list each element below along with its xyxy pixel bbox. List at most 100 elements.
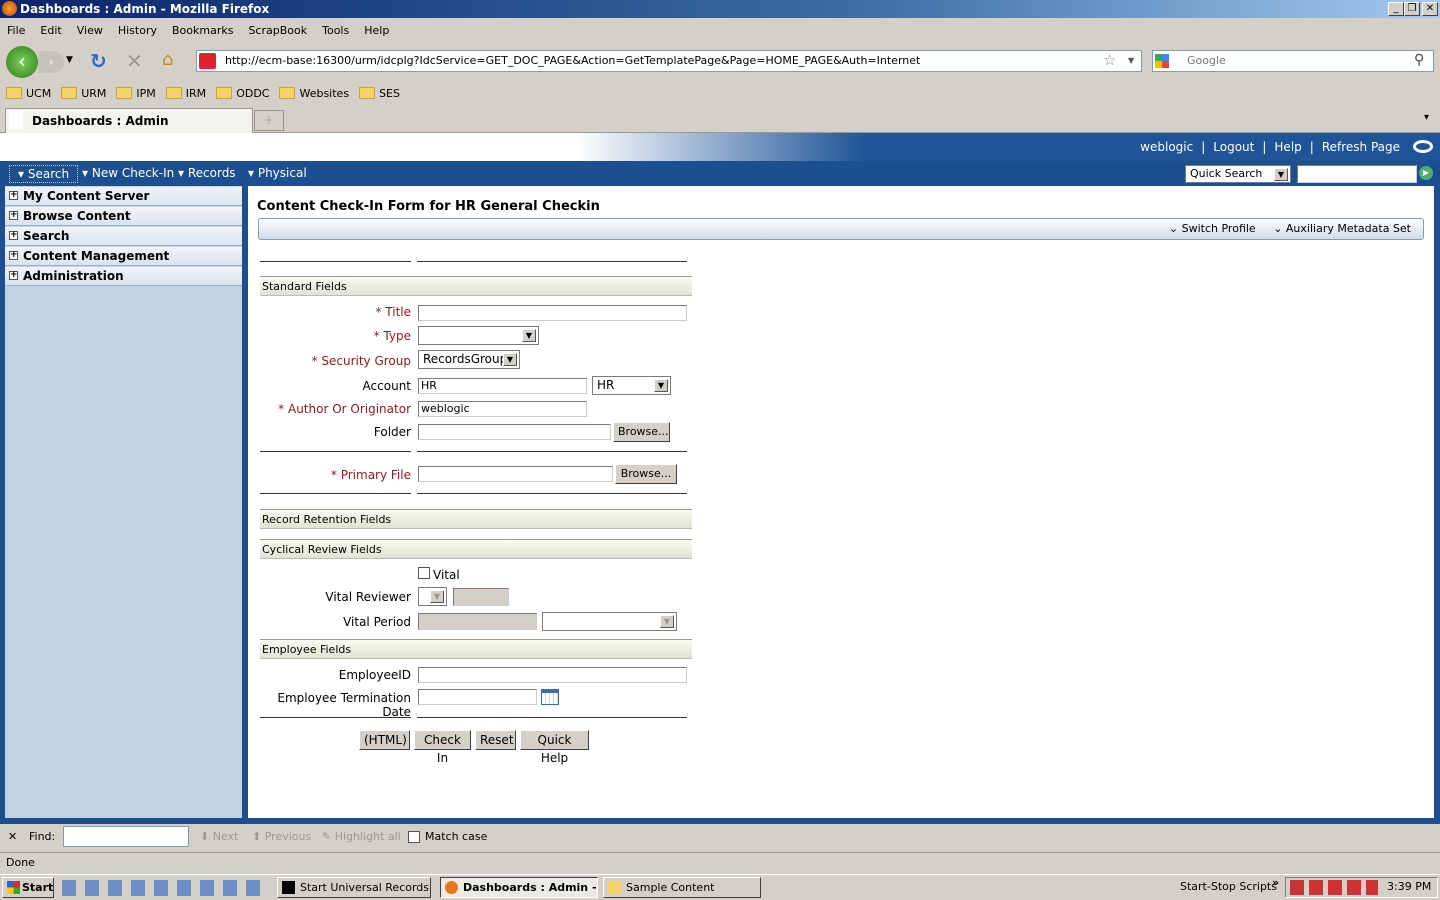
new-tab-button[interactable]: + [254, 110, 284, 131]
nav-physical[interactable]: ▾ Physical [240, 165, 315, 183]
help-link[interactable]: Help [1274, 140, 1301, 154]
find-input[interactable] [63, 826, 189, 847]
html-button[interactable]: (HTML) [359, 730, 410, 750]
bookmark-ucm[interactable]: UCM [6, 84, 51, 104]
account-select[interactable]: HR ▼ [592, 376, 671, 395]
menu-history[interactable]: History [118, 24, 157, 37]
home-button[interactable]: ⌂ [162, 49, 173, 70]
taskbar-task-sample-content[interactable]: Sample Content [603, 877, 761, 898]
vital-reviewer-select[interactable]: ▼ [418, 587, 447, 606]
taskbar-task-firefox[interactable]: Dashboards : Admin - ... [440, 877, 598, 898]
taskbar-task-console[interactable]: Start Universal Records ... [277, 877, 431, 898]
folder-icon [359, 87, 376, 99]
bookmark-ipm[interactable]: IPM [116, 84, 156, 104]
url-dropdown-icon[interactable]: ▼ [1128, 56, 1134, 65]
nav-records[interactable]: ▾ Records [170, 165, 244, 183]
close-find-icon[interactable]: ✕ [8, 824, 17, 850]
sidebar-item-content-management[interactable]: + Content Management [5, 247, 242, 266]
tray-icons[interactable] [1290, 880, 1378, 895]
menu-tools[interactable]: Tools [322, 24, 349, 37]
bookmark-urm[interactable]: URM [61, 84, 106, 104]
type-select[interactable]: ▼ [418, 326, 539, 345]
vital-checkbox[interactable] [418, 567, 430, 579]
bookmark-star-icon[interactable]: ☆ [1103, 51, 1116, 69]
menu-edit[interactable]: Edit [40, 24, 61, 37]
section-standard-fields: Standard Fields [260, 276, 692, 296]
vital-period-select[interactable]: ▼ [542, 612, 677, 631]
primary-file-browse-button[interactable]: Browse... [615, 464, 677, 484]
employee-id-label: EmployeeID [338, 668, 411, 682]
account-input[interactable]: HR [418, 378, 587, 394]
reset-button[interactable]: Reset [475, 730, 516, 750]
logout-link[interactable]: Logout [1213, 140, 1254, 154]
divider [260, 451, 411, 452]
quick-search-input[interactable] [1297, 165, 1417, 183]
quick-launch-icons[interactable] [62, 880, 262, 896]
nav-search[interactable]: ▾ Search [9, 165, 79, 183]
google-icon[interactable] [1155, 54, 1169, 68]
switch-profile-menu[interactable]: ⌄ Switch Profile [1169, 222, 1256, 235]
menu-file[interactable]: File [7, 24, 25, 37]
user-link[interactable]: weblogic [1140, 140, 1193, 154]
folder-icon [216, 87, 233, 99]
author-input[interactable]: weblogic [418, 401, 587, 417]
menu-view[interactable]: View [77, 24, 103, 37]
bookmark-oddc[interactable]: ODDC [216, 84, 269, 104]
quick-help-button[interactable]: Quick Help [520, 730, 589, 765]
forward-button[interactable]: › [38, 51, 64, 73]
find-previous-button[interactable]: ⬆ Previous [252, 824, 311, 850]
close-window-button[interactable]: ✕ [1422, 2, 1438, 16]
folder-icon [279, 87, 296, 99]
find-next-button[interactable]: ⬇ Next [200, 824, 238, 850]
back-button[interactable]: ‹ [6, 46, 38, 78]
tab-list-button[interactable]: ▾ [1424, 112, 1429, 123]
bookmark-websites[interactable]: Websites [279, 84, 349, 104]
bookmark-ses[interactable]: SES [359, 84, 400, 104]
menu-bookmarks[interactable]: Bookmarks [172, 24, 233, 37]
menu-help[interactable]: Help [364, 24, 389, 37]
refresh-page-link[interactable]: Refresh Page [1322, 140, 1400, 154]
sidebar-item-my-content-server[interactable]: + My Content Server [5, 187, 242, 206]
termination-date-input[interactable] [418, 689, 537, 705]
folder-label: Folder [373, 425, 411, 439]
reload-button[interactable]: ↻ [90, 49, 107, 73]
chevron-down-icon: ▼ [503, 353, 517, 366]
sidebar-item-browse-content[interactable]: + Browse Content [5, 207, 242, 226]
quick-search-go-icon[interactable]: ▶ [1419, 166, 1433, 180]
url-bar[interactable]: http://ecm-base:16300/urm/idcplg?IdcServ… [196, 50, 1142, 72]
match-case-checkbox[interactable] [408, 831, 420, 843]
calendar-icon[interactable] [541, 689, 559, 705]
toolbar-expand-icon[interactable]: » [1272, 876, 1279, 889]
page-title: Content Check-In Form for HR General Che… [257, 199, 600, 214]
section-cyclical-review: Cyclical Review Fields [260, 539, 692, 559]
search-input[interactable]: Google [1152, 50, 1434, 72]
menu-scrapbook[interactable]: ScrapBook [248, 24, 307, 37]
start-button[interactable]: Start [2, 877, 54, 898]
status-bar: Done [0, 852, 1440, 872]
quick-search-select[interactable]: Quick Search ▼ [1185, 165, 1291, 183]
nav-new-check-in[interactable]: ▾ New Check-In [74, 165, 182, 183]
sidebar-item-administration[interactable]: + Administration [5, 267, 242, 286]
vital-reviewer-input[interactable] [453, 588, 509, 606]
tab-dashboards-admin[interactable]: Dashboards : Admin [5, 108, 253, 133]
bookmark-irm[interactable]: IRM [165, 84, 206, 104]
auxiliary-metadata-menu[interactable]: ⌄ Auxiliary Metadata Set [1273, 222, 1411, 235]
start-stop-scripts-toolbar[interactable]: Start-Stop Scripts [1180, 880, 1277, 893]
folder-input[interactable] [418, 424, 611, 440]
minimize-button[interactable]: _ [1388, 2, 1404, 16]
security-group-select[interactable]: RecordsGroup ▼ [418, 350, 520, 369]
account-label: Account [362, 379, 411, 393]
vital-period-input[interactable] [418, 613, 537, 630]
history-dropdown-icon[interactable]: ▼ [66, 55, 73, 65]
check-in-button[interactable]: Check In [414, 730, 471, 765]
maximize-button[interactable]: ❐ [1404, 2, 1420, 16]
sidebar-item-search[interactable]: + Search [5, 227, 242, 246]
employee-id-input[interactable] [418, 667, 687, 683]
search-magnifier-icon[interactable]: ⚲ [1414, 52, 1424, 68]
expand-icon: + [9, 210, 18, 220]
highlight-all-button[interactable]: ✎ Highlight all [322, 824, 401, 850]
title-input[interactable] [418, 305, 687, 321]
stop-button[interactable]: ✕ [126, 49, 143, 73]
primary-file-input[interactable] [418, 466, 613, 482]
folder-browse-button[interactable]: Browse... [613, 422, 670, 442]
